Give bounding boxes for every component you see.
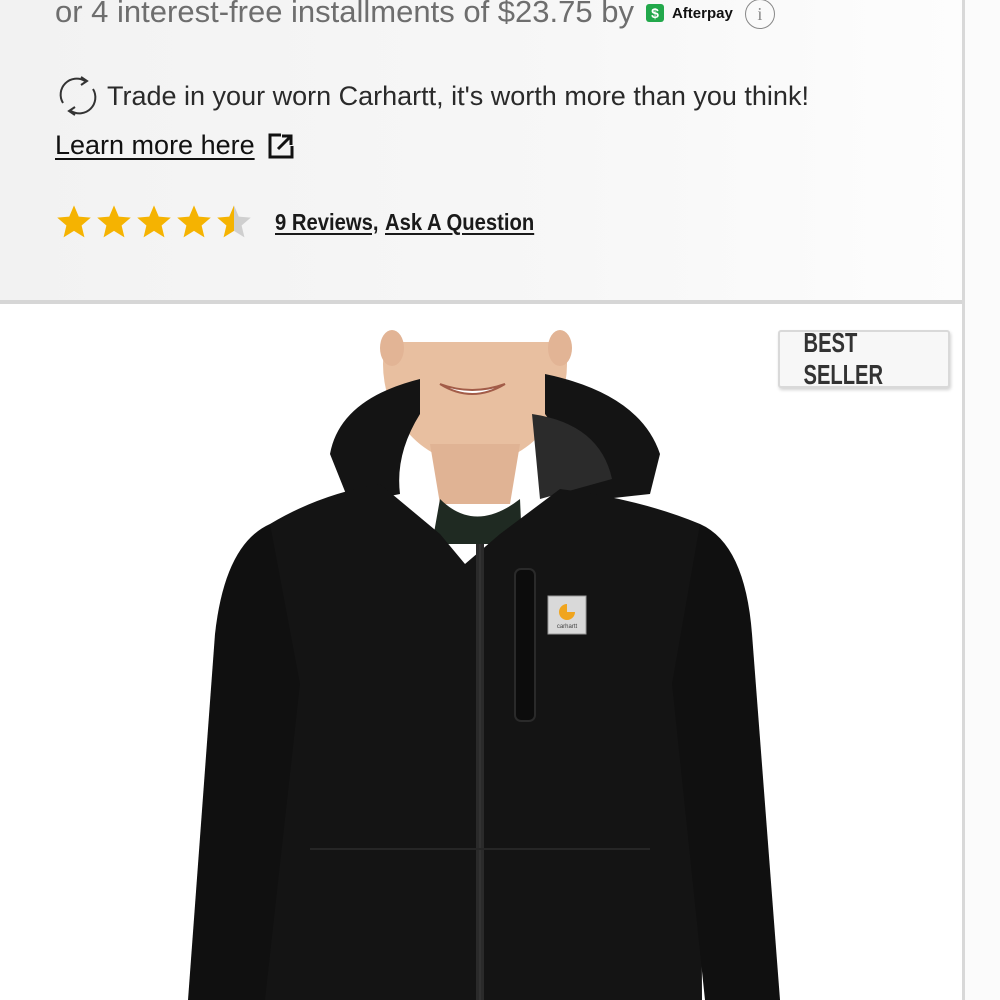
learn-more-row: Learn more here: [55, 130, 295, 161]
best-seller-badge: BEST SELLER: [778, 327, 950, 390]
trade-in-text: Trade in your worn Carhartt, it's worth …: [107, 80, 809, 111]
jacket-illustration: carhartt: [188, 304, 780, 1000]
star-icon: [177, 205, 211, 238]
reviews-link[interactable]: 9 Reviews,: [275, 209, 379, 236]
best-seller-text: BEST SELLER: [803, 327, 884, 390]
product-image[interactable]: carhartt: [0, 304, 962, 1000]
star-icon: [57, 205, 91, 238]
ask-question-link[interactable]: Ask A Question: [385, 209, 534, 236]
star-icon: [97, 205, 131, 238]
star-icon: [137, 205, 171, 238]
trade-in-row: Trade in your worn Carhartt, it's worth …: [55, 74, 809, 118]
external-link-icon[interactable]: [267, 131, 295, 160]
info-icon[interactable]: i: [744, 0, 775, 29]
installments-row: or 4 interest-free installments of $23.7…: [55, 0, 775, 34]
brand-label: carhartt: [557, 624, 578, 630]
installments-text: or 4 interest-free installments of $23.7…: [55, 0, 634, 29]
rating-row: 9 Reviews, Ask A Question: [55, 203, 554, 241]
recycle-arrows-icon: [59, 76, 97, 116]
learn-more-link[interactable]: Learn more here: [55, 130, 255, 161]
right-gutter: [965, 0, 1000, 1000]
afterpay-name: Afterpay: [671, 4, 733, 22]
afterpay-logo-icon: $: [645, 4, 664, 22]
star-rating[interactable]: [55, 203, 253, 241]
half-star-icon: [217, 205, 251, 238]
